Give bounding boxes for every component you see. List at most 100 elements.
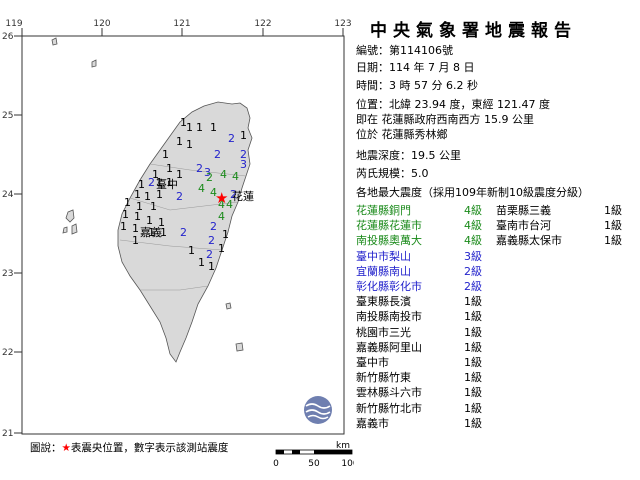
intensity-area: 花蓮縣花蓮市 <box>356 219 422 233</box>
intensity-area: 南投縣奧萬大 <box>356 234 422 248</box>
station-intensity-label: 1 <box>222 228 229 241</box>
earthquake-report: 中央氣象署地震報告 編號：第114106號 日期：114 年 7 月 8 日 時… <box>356 0 640 480</box>
station-intensity-label: 1 <box>132 234 139 247</box>
station-intensity-label: 1 <box>186 138 193 151</box>
scale-bar: km 0 50 100 <box>273 441 354 469</box>
intensity-level: 2級 <box>464 280 482 293</box>
intensity-area: 桃園市三光 <box>356 325 411 339</box>
report-depth: 19.5 公里 <box>411 149 461 162</box>
intensity-area: 花蓮縣銅門 <box>356 204 411 217</box>
city-label-taichung: 臺中 <box>156 177 178 191</box>
report-number-row: 編號：第114106號 <box>356 42 453 58</box>
intensity-level: 1級 <box>604 234 622 248</box>
legend-text: 表震央位置，數字表示該測站震度 <box>70 442 229 454</box>
station-intensity-label: 2 <box>208 234 215 247</box>
report-located-district: 位於 花蓮縣秀林鄉 <box>356 128 448 141</box>
intensity-area: 臺東縣長濱 <box>356 295 411 309</box>
lon-tick-label: 121 <box>173 19 190 29</box>
station-intensity-label: 2 <box>180 226 187 239</box>
depth-label: 地震深度： <box>356 149 411 162</box>
station-intensity-label: 1 <box>198 256 205 269</box>
report-depth-row: 地震深度：19.5 公里 <box>356 147 461 163</box>
time-label: 時間： <box>356 79 389 92</box>
intensity-area: 嘉義市 <box>356 416 389 430</box>
station-intensity-label: 1 <box>208 260 215 273</box>
green-island <box>225 302 232 310</box>
report-location-row: 位置：北緯 23.94 度，東經 121.47 度 <box>356 96 550 112</box>
station-intensity-label: 1 <box>162 148 169 161</box>
intensity-area: 彰化縣彰化市 <box>356 280 422 293</box>
scale-tick-label: 100 <box>341 459 354 469</box>
magnitude-label: 芮氏規模： <box>356 167 411 180</box>
report-date-row: 日期：114 年 7 月 8 日 <box>356 59 474 75</box>
intensity-area: 臺中市梨山 <box>356 249 411 263</box>
report-time-row: 時間：3 時 57 分 6.2 秒 <box>356 77 478 93</box>
report-title: 中央氣象署地震報告 <box>370 21 577 41</box>
intensity-level: 1級 <box>464 416 482 430</box>
scale-tick-label: 0 <box>273 459 279 469</box>
intensity-level: 1級 <box>464 295 482 309</box>
station-intensity-label: 2 <box>228 132 235 145</box>
report-magnitude: 5.0 <box>411 167 429 180</box>
station-intensity-label: 1 <box>240 129 247 142</box>
station-intensity-label: 1 <box>210 121 217 134</box>
lat-tick-label: 23 <box>2 269 13 279</box>
city-label-chiayi: 嘉義 <box>140 225 162 239</box>
intensity-area: 嘉義縣太保市 <box>496 234 562 248</box>
lat-tick-label: 25 <box>2 111 13 121</box>
station-intensity-label: 1 <box>166 162 173 175</box>
lon-tick-label: 119 <box>5 19 22 29</box>
city-label-hualien: 花蓮 <box>232 189 254 203</box>
intensity-level: 4級 <box>464 234 482 248</box>
station-intensity-label: 1 <box>176 135 183 148</box>
intensity-level: 1級 <box>464 310 482 324</box>
lat-tick-label: 21 <box>2 429 13 439</box>
report-date: 114 年 7 月 8 日 <box>389 61 475 74</box>
scale-tick-label: 50 <box>308 459 320 469</box>
station-intensity-label: 1 <box>150 200 157 213</box>
station-intensity-label: 1 <box>218 242 225 255</box>
epicenter-map: 119 120 121 122 123 26 25 24 23 22 21 11… <box>0 0 356 480</box>
location-label: 位置： <box>356 98 389 111</box>
station-intensity-label: 2 <box>240 148 247 161</box>
intensity-level: 1級 <box>604 219 622 233</box>
intensity-area: 新竹縣竹東 <box>356 371 411 385</box>
station-intensity-label: 4 <box>198 182 205 195</box>
report-magnitude-row: 芮氏規模：5.0 <box>356 165 429 181</box>
intensity-area: 南投縣南投市 <box>356 310 422 324</box>
lon-tick-label: 123 <box>334 19 351 29</box>
station-intensity-label: 4 <box>232 170 239 183</box>
station-intensity-label: 1 <box>120 220 127 233</box>
scale-unit: km <box>336 441 350 451</box>
legend-star-icon: ★ <box>61 442 71 454</box>
orchid-island <box>235 342 244 352</box>
intensity-area: 苗栗縣三義 <box>496 204 551 217</box>
station-intensity-label: 1 <box>188 244 195 257</box>
intensity-area: 宜蘭縣南山 <box>356 264 411 278</box>
intensity-header: 各地最大震度（採用109年新制10級震度分級） <box>356 186 589 199</box>
intensity-level: 2級 <box>464 264 482 278</box>
intensity-level: 3級 <box>464 249 482 263</box>
cwa-logo-icon <box>304 396 332 424</box>
report-time: 3 時 57 分 6.2 秒 <box>389 79 478 92</box>
intensity-area: 新竹縣竹北市 <box>356 401 422 415</box>
intensity-area: 雲林縣斗六市 <box>356 386 422 400</box>
report-relative-location: 即在 花蓮縣政府西南西方 15.9 公里 <box>356 113 534 126</box>
intensity-area: 嘉義縣阿里山 <box>356 340 422 354</box>
intensity-level: 1級 <box>464 340 482 354</box>
intensity-level: 4級 <box>464 204 482 217</box>
intensity-level: 1級 <box>604 204 622 217</box>
station-intensity-label: 2 <box>206 171 213 184</box>
legend-prefix: 圖說： <box>30 442 62 454</box>
station-intensity-label: 2 <box>210 220 217 233</box>
lat-tick-label: 22 <box>2 348 13 358</box>
lat-tick-label: 24 <box>2 190 14 200</box>
intensity-level: 1級 <box>464 325 482 339</box>
station-intensity-label: 4 <box>220 168 227 181</box>
map-legend: 圖說：★表震央位置，數字表示該測站震度 <box>30 440 228 455</box>
station-intensity-label: 2 <box>196 162 203 175</box>
report-number: 第114106號 <box>389 44 453 57</box>
intensity-level: 4級 <box>464 219 482 233</box>
station-intensity-label: 2 <box>176 190 183 203</box>
station-intensity-label: 1 <box>186 121 193 134</box>
